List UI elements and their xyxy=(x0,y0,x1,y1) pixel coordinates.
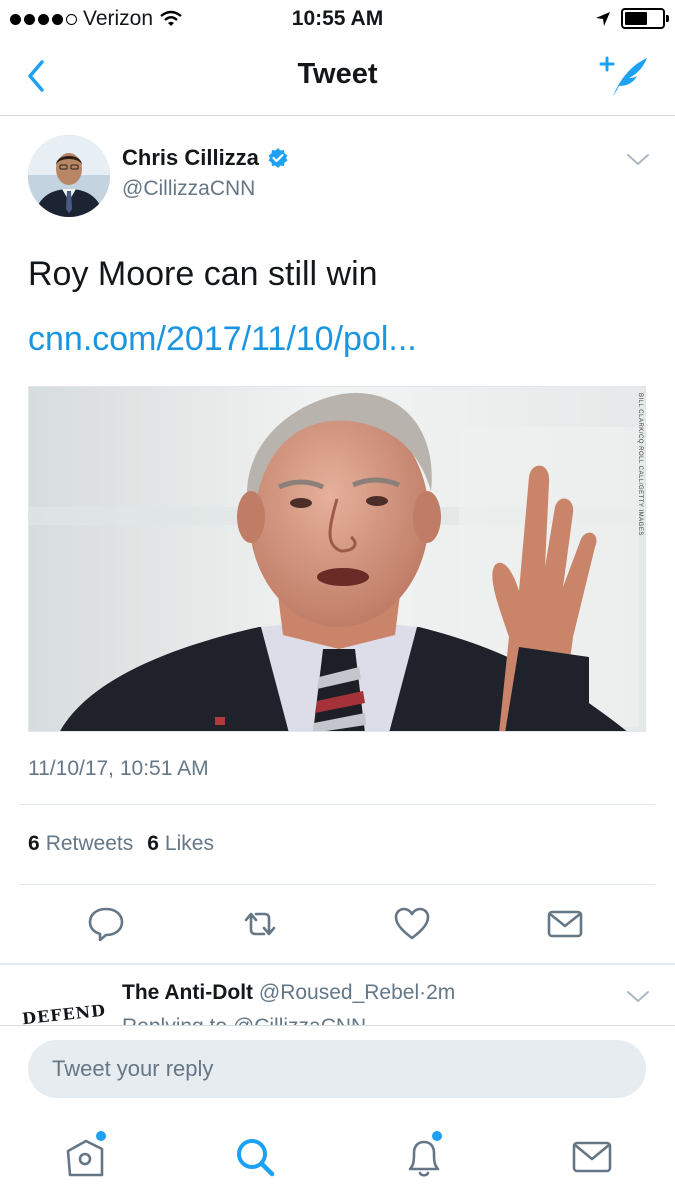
author-name-row: Chris Cillizza xyxy=(122,145,289,171)
divider xyxy=(20,804,655,805)
notifications-badge xyxy=(432,1131,442,1141)
tweet-text: Roy Moore can still win xyxy=(28,255,378,293)
reply-author-handle: @Roused_Rebel xyxy=(258,981,420,1004)
tweet-photo[interactable]: BILL CLARK/CQ ROLL CALL/GETTY IMAGES xyxy=(28,386,646,732)
status-time: 10:55 AM xyxy=(291,7,384,30)
reply-options-chevron-icon[interactable] xyxy=(625,989,651,1005)
search-icon xyxy=(237,1139,275,1177)
share-mail-icon[interactable] xyxy=(545,904,585,944)
battery-icon xyxy=(621,8,669,29)
tab-messages[interactable] xyxy=(568,1133,616,1181)
retweets-count: 6 xyxy=(28,832,40,855)
status-right xyxy=(595,8,669,29)
reply-input[interactable] xyxy=(28,1040,646,1098)
reply-avatar[interactable]: DEFEND xyxy=(21,1001,107,1025)
reply-header: The Anti-Dolt @Roused_Rebel·2m xyxy=(122,981,455,1005)
home-badge xyxy=(96,1131,106,1141)
likes-count: 6 xyxy=(147,832,159,855)
tab-notifications[interactable] xyxy=(400,1131,448,1181)
tab-search[interactable] xyxy=(232,1133,280,1181)
status-bar: Verizon 10:55 AM xyxy=(0,0,675,40)
retweets-stat[interactable]: 6 Retweets xyxy=(28,832,133,856)
tweet-timestamp: 11/10/17, 10:51 AM xyxy=(28,757,209,780)
retweets-label: Retweets xyxy=(45,832,134,855)
author-name: Chris Cillizza xyxy=(122,145,259,170)
likes-stat[interactable]: 6 Likes xyxy=(147,832,214,856)
messages-mail-icon xyxy=(572,1141,612,1173)
tab-home[interactable] xyxy=(62,1131,110,1181)
nav-bar: Tweet xyxy=(0,40,675,116)
notifications-bell-icon xyxy=(408,1140,440,1177)
verified-badge-icon xyxy=(268,148,288,168)
tweet-options-chevron-icon[interactable] xyxy=(625,152,651,168)
reply-author-name: The Anti-Dolt xyxy=(122,981,254,1004)
reply-composer xyxy=(0,1025,675,1115)
tab-bar xyxy=(0,1115,675,1200)
reply-context: Replying to @CillizzaCNN xyxy=(122,1015,366,1025)
location-arrow-icon xyxy=(596,11,610,26)
reply-icon[interactable] xyxy=(86,904,126,944)
compose-tweet-icon[interactable] xyxy=(599,52,651,100)
page-title: Tweet xyxy=(297,58,378,90)
author-block[interactable]: Chris Cillizza @CillizzaCNN xyxy=(122,145,289,201)
like-heart-icon[interactable] xyxy=(392,904,432,944)
author-handle: @CillizzaCNN xyxy=(122,177,256,200)
photo-credit: BILL CLARK/CQ ROLL CALL/GETTY IMAGES xyxy=(637,393,643,536)
reply-list-item[interactable]: DEFEND The Anti-Dolt @Roused_Rebel·2m Re… xyxy=(0,965,675,1025)
retweet-icon[interactable] xyxy=(240,904,280,944)
author-avatar[interactable] xyxy=(28,135,110,217)
tweet-link[interactable]: cnn.com/2017/11/10/pol... xyxy=(28,320,417,359)
reply-age: 2m xyxy=(426,981,456,1004)
likes-label: Likes xyxy=(164,832,214,855)
reply-input-container[interactable] xyxy=(28,1040,646,1098)
engagement-stats: 6 Retweets 6 Likes xyxy=(28,832,214,856)
divider xyxy=(20,884,655,885)
tweet-actions xyxy=(0,898,675,950)
